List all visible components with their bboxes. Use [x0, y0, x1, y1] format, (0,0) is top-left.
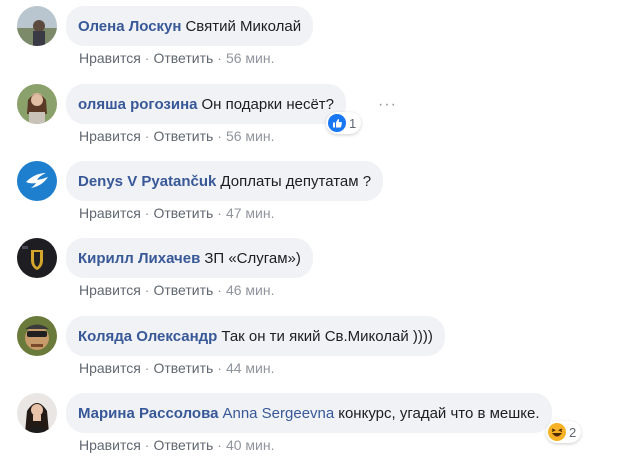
- comment-time[interactable]: 56 мин.: [226, 128, 275, 144]
- like-link[interactable]: Нравится: [79, 437, 141, 453]
- reaction-count: 2: [569, 424, 577, 440]
- comment-item: Кирилл Лихачев ЗП «Слугам») Нравится · Отв…: [0, 232, 642, 310]
- comment-text: Святий Миколай: [185, 17, 302, 35]
- comment-actions: Нравится · Ответить · 56 мин.: [79, 50, 275, 66]
- separator: ·: [217, 205, 222, 221]
- comment-bubble: Кирилл Лихачев ЗП «Слугам»): [66, 238, 313, 278]
- reply-link[interactable]: Ответить: [153, 437, 213, 453]
- comment-text: конкурс, угадай что в мешке.: [338, 404, 540, 422]
- comment-bubble: оляша рогозина Он подарки несёт?: [66, 84, 346, 124]
- separator: ·: [217, 282, 222, 298]
- separator: ·: [217, 50, 222, 66]
- avatar[interactable]: [17, 316, 57, 356]
- comment-author[interactable]: Кирилл Лихачев: [78, 250, 200, 267]
- comment-author[interactable]: Коляда Олександр: [78, 328, 217, 345]
- comment-mention[interactable]: Anna Sergeevna: [222, 405, 334, 422]
- like-link[interactable]: Нравится: [79, 128, 141, 144]
- comment-text: Доплаты депутатам ?: [220, 172, 372, 190]
- comment-item: Олена Лоскун Святий Миколай Нравится · Отв…: [0, 0, 642, 78]
- separator: ·: [144, 50, 150, 66]
- comment-time[interactable]: 44 мин.: [226, 360, 275, 376]
- reply-link[interactable]: Ответить: [153, 50, 213, 66]
- reply-link[interactable]: Ответить: [153, 282, 213, 298]
- comment-author[interactable]: Олена Лоскун: [78, 18, 181, 35]
- reaction-count: 1: [349, 115, 357, 131]
- like-link[interactable]: Нравится: [79, 282, 141, 298]
- comment-actions: Нравится · Ответить · 40 мин.: [79, 437, 275, 453]
- separator: ·: [144, 282, 150, 298]
- comment-time[interactable]: 47 мин.: [226, 205, 275, 221]
- comment-author[interactable]: оляша рогозина: [78, 96, 198, 113]
- comment-time[interactable]: 40 мин.: [226, 437, 275, 453]
- comment-item: Коляда Олександр Так он ти який Св.Микол…: [0, 310, 642, 388]
- reaction-summary[interactable]: 1: [326, 112, 362, 134]
- avatar[interactable]: [17, 393, 57, 433]
- comment-actions: Нравится · Ответить · 56 мин.: [79, 128, 275, 144]
- comment-bubble: Олена Лоскун Святий Миколай: [66, 6, 314, 46]
- haha-icon: [548, 423, 566, 441]
- reply-link[interactable]: Ответить: [153, 205, 213, 221]
- like-link[interactable]: Нравится: [79, 205, 141, 221]
- like-icon: [328, 114, 346, 132]
- comment-item: оляша рогозина Он подарки несёт? ··· 1 Н…: [0, 78, 642, 156]
- comment-actions: Нравится · Ответить · 46 мин.: [79, 282, 275, 298]
- comment-item: Denys V Pyatančuk Доплаты депутатам ? Нр…: [0, 155, 642, 233]
- separator: ·: [217, 128, 222, 144]
- separator: ·: [144, 437, 150, 453]
- separator: ·: [144, 205, 150, 221]
- comment-bubble: Коляда Олександр Так он ти який Св.Микол…: [66, 316, 445, 356]
- avatar[interactable]: [17, 161, 57, 201]
- comment-bubble: Марина Рассолова Anna Sergeevna конкурс,…: [66, 393, 552, 433]
- separator: ·: [217, 360, 222, 376]
- reply-link[interactable]: Ответить: [153, 360, 213, 376]
- comment-time[interactable]: 46 мин.: [226, 282, 275, 298]
- comment-time[interactable]: 56 мин.: [226, 50, 275, 66]
- like-link[interactable]: Нравится: [79, 50, 141, 66]
- reply-link[interactable]: Ответить: [153, 128, 213, 144]
- comment-text: Так он ти який Св.Миколай )))): [221, 327, 433, 345]
- comment-text: ЗП «Слугам»): [204, 249, 301, 267]
- avatar[interactable]: [17, 6, 57, 46]
- separator: ·: [144, 360, 150, 376]
- comment-text: Он подарки несёт?: [201, 95, 334, 113]
- comment-actions: Нравится · Ответить · 44 мин.: [79, 360, 275, 376]
- comment-item: Марина Рассолова Anna Sergeevna конкурс,…: [0, 387, 642, 465]
- comment-actions: Нравится · Ответить · 47 мин.: [79, 205, 275, 221]
- avatar[interactable]: [17, 84, 57, 124]
- reaction-summary[interactable]: 2: [546, 421, 582, 443]
- avatar[interactable]: [17, 238, 57, 278]
- comment-author[interactable]: Denys V Pyatančuk: [78, 173, 216, 190]
- comment-author[interactable]: Марина Рассолова: [78, 405, 218, 422]
- separator: ·: [217, 437, 222, 453]
- like-link[interactable]: Нравится: [79, 360, 141, 376]
- comment-bubble: Denys V Pyatančuk Доплаты депутатам ?: [66, 161, 384, 201]
- separator: ·: [144, 128, 150, 144]
- more-options-icon[interactable]: ···: [378, 96, 397, 114]
